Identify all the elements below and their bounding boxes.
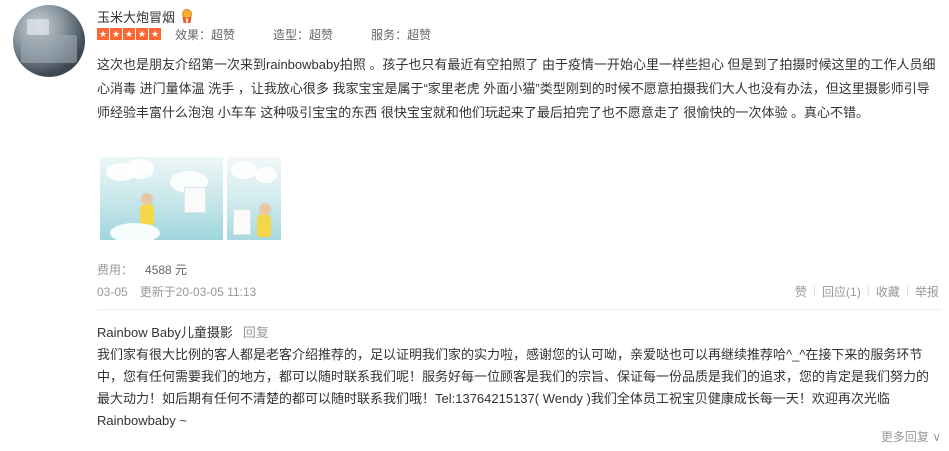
- review-photo-thumbnail[interactable]: [227, 157, 281, 240]
- favorite-button[interactable]: 收藏: [876, 283, 900, 300]
- score-effect: 效果：超赞: [175, 27, 236, 42]
- review-date: 03-05: [97, 285, 128, 299]
- user-avatar[interactable]: [13, 5, 85, 77]
- more-replies-link[interactable]: 更多回复 ∨: [881, 428, 941, 445]
- star-icon: ★: [123, 28, 135, 40]
- separator: |: [812, 283, 817, 297]
- fee-label: 费用：: [97, 263, 134, 277]
- report-button[interactable]: 举报: [915, 283, 939, 300]
- like-button[interactable]: 赞: [795, 283, 807, 300]
- review-actions: 赞 | 回应(1) | 收藏 | 举报: [795, 283, 939, 300]
- review-body: 这次也是朋友介绍第一次来到rainbowbaby拍照 。孩子也只有最近有空拍照了…: [97, 57, 936, 120]
- username-link[interactable]: 玉米大炮冒烟: [97, 7, 175, 26]
- merchant-reply-body: 我们家有很大比例的客人都是老客介绍推荐的，足以证明我们家的实力啦，感谢您的认可呦…: [97, 347, 930, 428]
- updated-time: 更新于20-03-05 11:13: [139, 285, 257, 299]
- score-service: 服务：超赞: [371, 27, 432, 42]
- divider: [97, 309, 941, 310]
- fee-row: 费用： 4588 元: [97, 261, 187, 278]
- reply-button[interactable]: 回复: [243, 325, 269, 340]
- merchant-name: Rainbow Baby儿童摄影: [97, 325, 233, 340]
- star-icon: ★: [97, 28, 109, 40]
- rating-row: ★ ★ ★ ★ ★ 效果：超赞 造型：超赞 服务：超赞: [97, 27, 469, 42]
- review-photo-thumbnail[interactable]: [100, 157, 223, 240]
- review-meta: 03-05 更新于20-03-05 11:13: [97, 283, 256, 300]
- star-rating: ★ ★ ★ ★ ★: [97, 28, 161, 40]
- score-styling: 造型：超赞: [273, 27, 334, 42]
- review-header: 玉米大炮冒烟: [97, 7, 193, 25]
- avatar-shape: [21, 35, 77, 63]
- avatar-shape: [27, 19, 49, 35]
- vip-medal-icon: [181, 9, 193, 23]
- star-icon: ★: [136, 28, 148, 40]
- separator: |: [905, 283, 909, 297]
- star-icon: ★: [149, 28, 161, 40]
- separator: |: [866, 283, 870, 297]
- merchant-reply-header: Rainbow Baby儿童摄影 回复: [97, 322, 269, 341]
- reply-count-button[interactable]: 回应(1): [822, 283, 861, 300]
- star-icon: ★: [110, 28, 122, 40]
- fee-value: 4588 元: [145, 263, 188, 277]
